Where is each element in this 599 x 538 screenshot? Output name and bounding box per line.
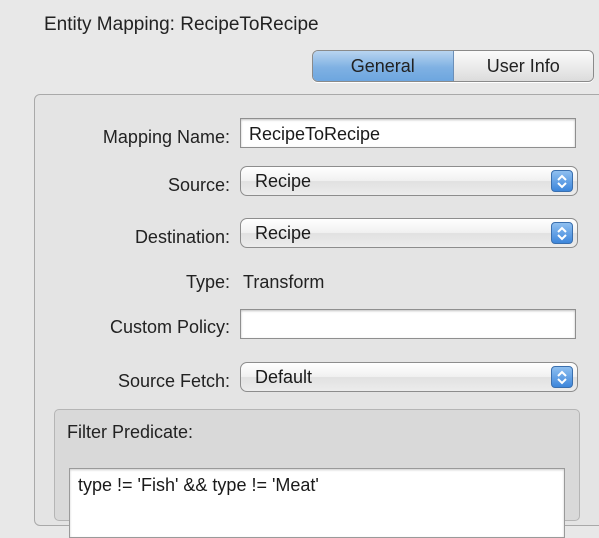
- type-value: Transform: [243, 272, 325, 292]
- custom-policy-field[interactable]: [240, 309, 576, 339]
- filter-predicate-group: Filter Predicate: type != 'Fish' && type…: [54, 409, 580, 538]
- tab-general[interactable]: General: [313, 51, 454, 81]
- destination-popup-value: Recipe: [255, 223, 312, 243]
- source-fetch-label: Source Fetch:: [117, 371, 230, 391]
- destination-popup[interactable]: Recipe: [240, 218, 578, 248]
- inspector-title: Entity Mapping: RecipeToRecipe: [44, 14, 319, 35]
- source-popup-value: Recipe: [255, 171, 312, 191]
- mapping-name-field[interactable]: RecipeToRecipe: [240, 118, 576, 148]
- custom-policy-label: Custom Policy:: [109, 317, 230, 337]
- destination-label: Destination:: [134, 227, 230, 247]
- up-down-chevron-icon: [551, 366, 573, 388]
- source-popup[interactable]: Recipe: [240, 166, 578, 196]
- source-fetch-popup-value: Default: [255, 367, 313, 387]
- tab-control: General User Info: [312, 50, 594, 82]
- source-label: Source:: [167, 175, 230, 195]
- type-label: Type:: [185, 272, 230, 292]
- mapping-name-label: Mapping Name:: [102, 127, 230, 147]
- filter-predicate-field[interactable]: type != 'Fish' && type != 'Meat': [69, 468, 565, 538]
- source-fetch-popup[interactable]: Default: [240, 362, 578, 392]
- up-down-chevron-icon: [551, 222, 573, 244]
- filter-predicate-title: Filter Predicate:: [67, 422, 194, 442]
- tab-user-info[interactable]: User Info: [453, 51, 593, 81]
- up-down-chevron-icon: [551, 170, 573, 192]
